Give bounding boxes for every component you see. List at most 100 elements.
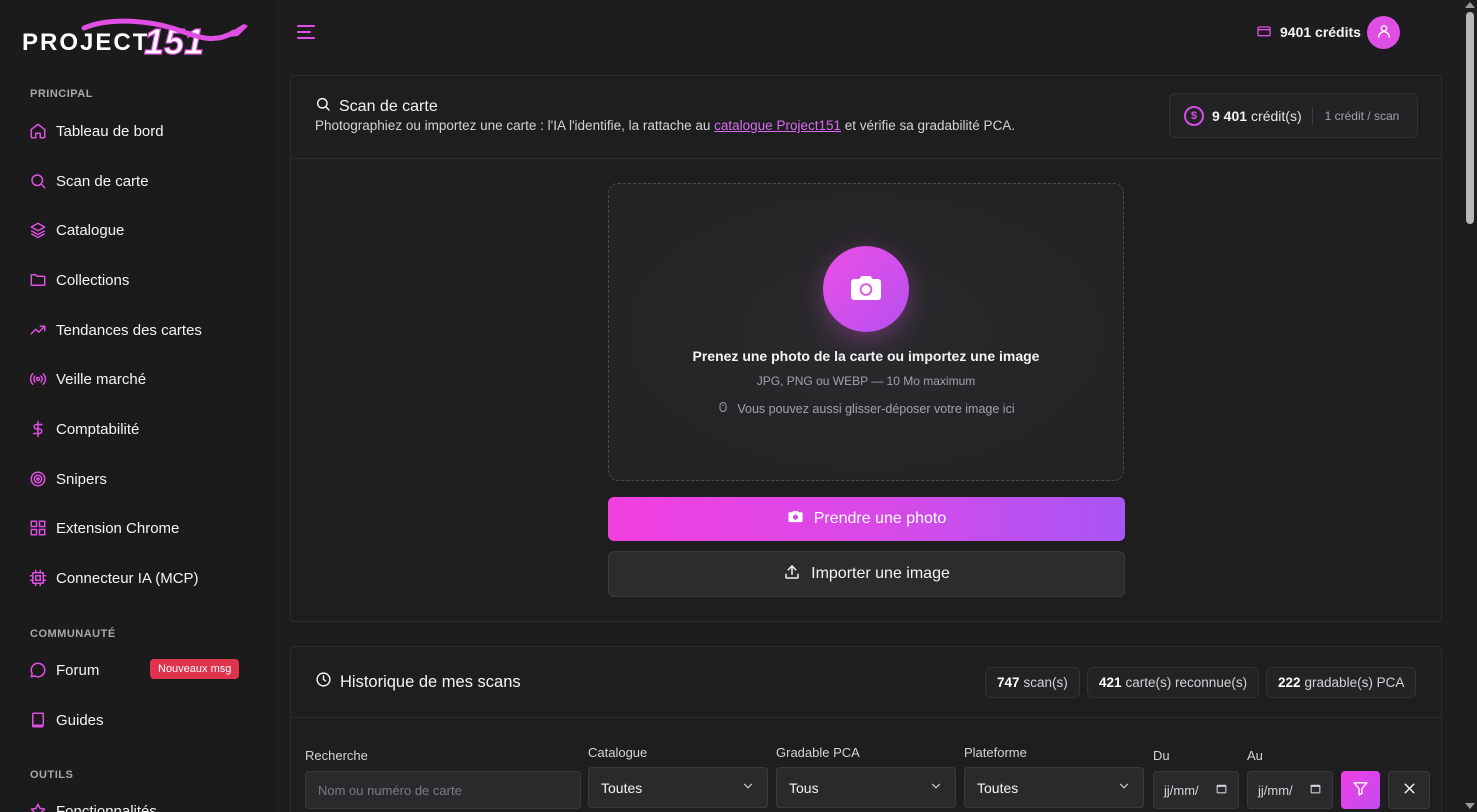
gradable-label: Gradable PCA (776, 745, 860, 760)
credit-rate: 1 crédit / scan (1324, 108, 1400, 123)
stat-value: 421 (1099, 675, 1122, 690)
sidebar-item-label: Collections (56, 271, 130, 289)
star-icon (28, 801, 48, 812)
stat-value: 747 (997, 675, 1020, 690)
platform-select[interactable]: Toutes (964, 767, 1144, 808)
sidebar-item-label: Veille marché (56, 370, 147, 388)
stat-label: carte(s) reconnue(s) (1125, 675, 1248, 690)
user-avatar[interactable] (1367, 16, 1400, 49)
sidebar-item-scan[interactable]: Scan de carte (28, 166, 258, 196)
sidebar-item-snipers[interactable]: Snipers (28, 464, 258, 494)
sidebar-item-dashboard[interactable]: Tableau de bord (28, 116, 258, 146)
new-messages-badge: Nouveaux msg (150, 659, 240, 679)
chevron-down-icon (741, 779, 755, 796)
project151-logo[interactable]: PROJECT 151 (22, 18, 250, 62)
import-image-button[interactable]: Importer une image (608, 551, 1125, 597)
scroll-down-arrow-icon[interactable] (1465, 803, 1475, 809)
divider (291, 158, 1441, 159)
sidebar-item-collections[interactable]: Collections (28, 265, 258, 295)
sidebar-item-label: Forum (56, 661, 100, 679)
scan-title-text: Scan de carte (339, 97, 438, 115)
filter-icon (1352, 780, 1369, 800)
cpu-icon (28, 568, 48, 588)
camera-icon (848, 270, 884, 309)
sidebar-item-chrome-extension[interactable]: Extension Chrome (28, 513, 258, 543)
dropzone-hint: Vous pouvez aussi glisser-déposer votre … (609, 400, 1123, 417)
section-label-principal: PRINCIPAL (30, 88, 93, 100)
history-title: Historique de mes scans (315, 671, 521, 693)
search-placeholder: Nom ou numéro de carte (318, 782, 462, 798)
scan-description: Photographiez ou importez une carte : l'… (315, 118, 1015, 133)
search-label: Recherche (305, 748, 368, 763)
scan-panel: Scan de carte Photographiez ou importez … (290, 75, 1442, 622)
stat-label: scan(s) (1023, 675, 1068, 690)
broadcast-icon (28, 369, 48, 389)
dropzone-hint-text: Vous pouvez aussi glisser-déposer votre … (737, 401, 1015, 416)
grid-icon (28, 518, 48, 538)
catalogue-link[interactable]: catalogue Project151 (714, 118, 841, 133)
sidebar-item-label: Tendances des cartes (56, 321, 202, 339)
book-icon (28, 710, 48, 730)
date-from-input[interactable]: jj/mm/ (1153, 771, 1239, 809)
sidebar: PROJECT 151 PRINCIPAL Tableau de bord Sc… (0, 0, 277, 812)
sidebar-item-trends[interactable]: Tendances des cartes (28, 315, 258, 345)
scroll-up-arrow-icon[interactable] (1465, 2, 1475, 8)
camera-button[interactable] (823, 246, 909, 332)
sidebar-item-label: Guides (56, 711, 104, 729)
upload-icon (783, 563, 801, 586)
trending-up-icon (28, 320, 48, 340)
import-image-label: Importer une image (811, 565, 950, 582)
sidebar-item-label: Extension Chrome (56, 519, 180, 537)
catalogue-label: Catalogue (588, 745, 648, 760)
divider (291, 717, 1441, 718)
scan-desc-before: Photographiez ou importez une carte : l'… (315, 118, 715, 133)
gradable-select[interactable]: Tous (776, 767, 956, 808)
calendar-icon (1309, 782, 1322, 798)
stat-value: 222 (1278, 675, 1301, 690)
camera-icon (787, 508, 804, 530)
platform-value: Toutes (977, 779, 1019, 796)
coin-icon: $ (1184, 105, 1204, 126)
credits-indicator[interactable]: 9401 crédits (1256, 20, 1361, 44)
home-icon (28, 121, 48, 141)
gradable-value: Tous (789, 779, 819, 796)
section-label-outils: OUTILS (30, 769, 74, 781)
sidebar-item-label: Connecteur IA (MCP) (56, 569, 199, 587)
section-label-communaute: COMMUNAUTÉ (30, 628, 116, 640)
stat-recognized: 421 carte(s) reconnue(s) (1087, 667, 1260, 698)
scroll-thumb[interactable] (1466, 12, 1474, 224)
sidebar-item-label: Scan de carte (56, 172, 149, 190)
take-photo-label: Prendre une photo (813, 510, 947, 527)
dropzone-formats: JPG, PNG ou WEBP — 10 Mo maximum (756, 374, 976, 388)
search-icon (315, 96, 331, 117)
date-to-input[interactable]: jj/mm/ (1247, 771, 1333, 809)
close-icon (1401, 780, 1418, 800)
reset-filter-button[interactable] (1388, 771, 1430, 809)
search-input[interactable]: Nom ou numéro de carte (305, 771, 581, 809)
catalogue-value: Toutes (601, 779, 643, 796)
image-dropzone[interactable]: Prenez une photo de la carte ou importez… (608, 183, 1124, 481)
sidebar-item-features[interactable]: Fonctionnalités (28, 796, 258, 812)
catalogue-select[interactable]: Toutes (588, 767, 768, 808)
menu-toggle-icon[interactable] (294, 20, 318, 44)
sidebar-item-accounting[interactable]: Comptabilité (28, 414, 258, 444)
credit-balance-card: $ 9 401 crédit(s) 1 crédit / scan (1169, 93, 1418, 138)
credits-label: 9401 crédits (1280, 24, 1361, 40)
sidebar-item-catalogue[interactable]: Catalogue (28, 215, 258, 245)
sidebar-item-label: Comptabilité (56, 420, 140, 438)
calendar-icon (1215, 782, 1228, 798)
sidebar-item-label: Catalogue (56, 221, 125, 239)
sidebar-item-mcp-connector[interactable]: Connecteur IA (MCP) (28, 563, 258, 593)
svg-text:PROJECT: PROJECT (22, 29, 149, 56)
search-icon (28, 171, 48, 191)
page-scrollbar[interactable] (1462, 0, 1477, 812)
divider (1311, 106, 1313, 125)
platform-label: Plateforme (964, 745, 1027, 760)
sidebar-item-guides[interactable]: Guides (28, 705, 258, 735)
user-icon (1376, 23, 1392, 42)
sidebar-item-market-watch[interactable]: Veille marché (28, 364, 258, 394)
history-title-text: Historique de mes scans (340, 672, 521, 691)
date-from-value: jj/mm/ (1164, 782, 1199, 798)
apply-filter-button[interactable] (1341, 771, 1380, 809)
take-photo-button[interactable]: Prendre une photo (608, 497, 1125, 541)
